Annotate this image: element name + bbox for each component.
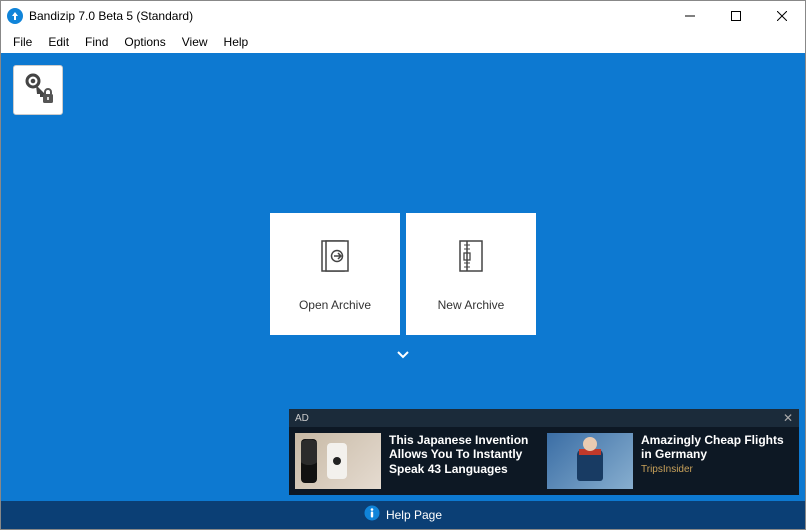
- ad-text-1: This Japanese Invention Allows You To In…: [389, 433, 541, 489]
- open-archive-label: Open Archive: [299, 298, 371, 312]
- app-logo-icon: [7, 8, 23, 24]
- close-icon: ✕: [783, 411, 793, 425]
- new-archive-label: New Archive: [438, 298, 505, 312]
- window-title: Bandizip 7.0 Beta 5 (Standard): [29, 9, 193, 23]
- minimize-button[interactable]: [667, 1, 713, 31]
- ad-item-2[interactable]: Amazingly Cheap Flights in Germany Trips…: [547, 433, 793, 489]
- menubar: File Edit Find Options View Help: [1, 31, 805, 53]
- ad-label: AD: [295, 413, 309, 424]
- ad-thumbnail-1: [295, 433, 381, 489]
- chevron-down-icon: [396, 347, 410, 364]
- center-tiles: Open Archive New Archive: [270, 213, 536, 335]
- ad-panel: AD ✕ This Japanese Invention Allows You …: [289, 409, 799, 495]
- ad-sub-2: TripsInsider: [641, 464, 793, 475]
- ad-item-1[interactable]: This Japanese Invention Allows You To In…: [295, 433, 541, 489]
- footer-help-label: Help Page: [386, 508, 442, 522]
- key-lock-icon: [21, 71, 55, 110]
- new-archive-tile[interactable]: New Archive: [406, 213, 536, 335]
- ad-text-2: Amazingly Cheap Flights in Germany Trips…: [641, 433, 793, 489]
- ad-title-2: Amazingly Cheap Flights in Germany: [641, 433, 793, 462]
- info-icon: [364, 505, 380, 526]
- password-manager-button[interactable]: [13, 65, 63, 115]
- menu-help[interactable]: Help: [216, 33, 257, 51]
- ad-thumbnail-2: [547, 433, 633, 489]
- ad-body: This Japanese Invention Allows You To In…: [289, 427, 799, 495]
- menu-file[interactable]: File: [5, 33, 40, 51]
- open-archive-tile[interactable]: Open Archive: [270, 213, 400, 335]
- expand-options-button[interactable]: [396, 347, 410, 365]
- new-archive-icon: [452, 237, 490, 280]
- menu-options[interactable]: Options: [116, 33, 173, 51]
- ad-header: AD ✕: [289, 409, 799, 427]
- app-window: Bandizip 7.0 Beta 5 (Standard) File Edit…: [0, 0, 806, 530]
- menu-edit[interactable]: Edit: [40, 33, 77, 51]
- open-archive-icon: [316, 237, 354, 280]
- main-area: Open Archive New Archive: [1, 53, 805, 501]
- footer-help-bar[interactable]: Help Page: [1, 501, 805, 529]
- close-button[interactable]: [759, 1, 805, 31]
- menu-view[interactable]: View: [174, 33, 216, 51]
- window-controls: [667, 1, 805, 31]
- maximize-button[interactable]: [713, 1, 759, 31]
- menu-find[interactable]: Find: [77, 33, 116, 51]
- titlebar: Bandizip 7.0 Beta 5 (Standard): [1, 1, 805, 31]
- ad-title-1: This Japanese Invention Allows You To In…: [389, 433, 541, 476]
- ad-close-button[interactable]: ✕: [783, 412, 793, 424]
